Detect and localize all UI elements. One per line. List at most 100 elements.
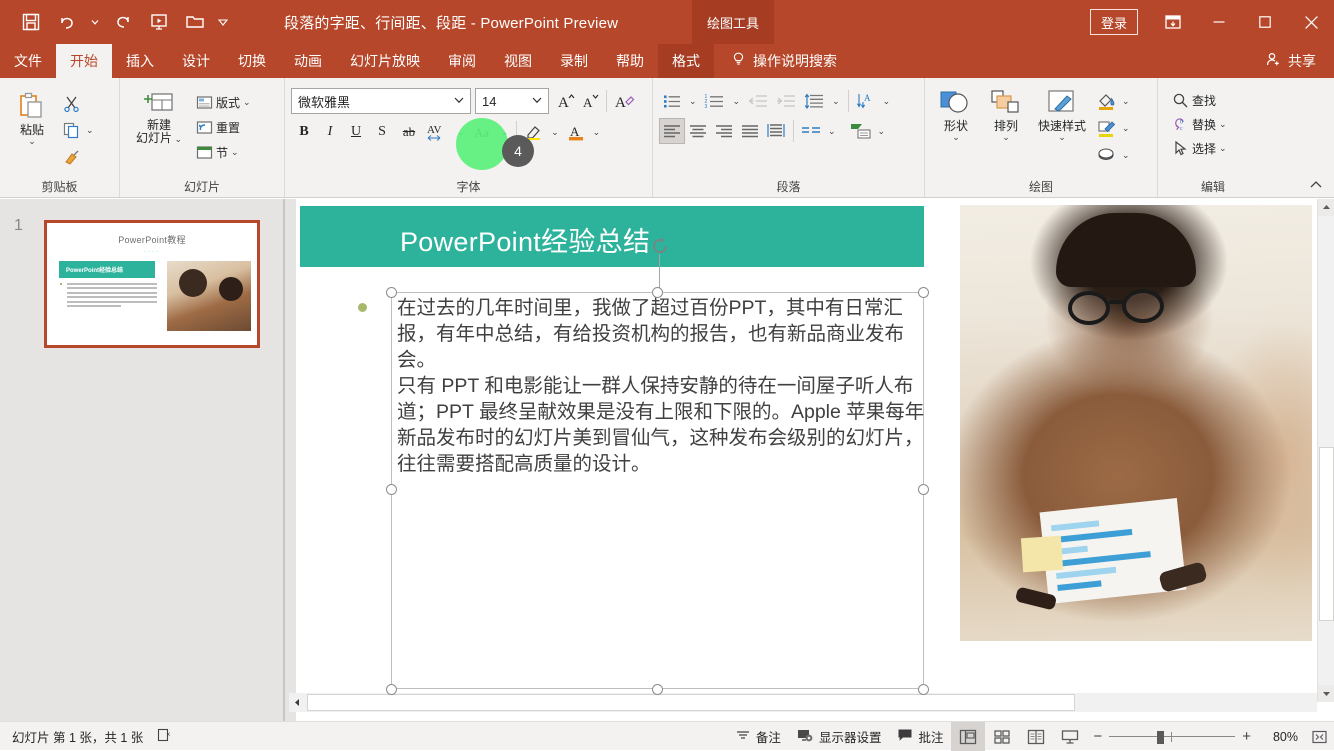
shape-outline-button[interactable] <box>1093 115 1119 141</box>
increase-indent-button[interactable] <box>772 88 800 114</box>
tab-format[interactable]: 格式 <box>658 44 714 78</box>
chevron-down-icon[interactable]: ⌄ <box>1219 143 1227 153</box>
chevron-down-icon[interactable]: ⌄ <box>28 137 36 146</box>
tab-review[interactable]: 审阅 <box>434 44 490 78</box>
shape-fill-button[interactable] <box>1093 88 1119 114</box>
chevron-down-icon[interactable]: ⌄ <box>828 96 844 106</box>
zoom-control[interactable]: − + 80% <box>1087 728 1304 745</box>
shrink-font-button[interactable]: A <box>578 88 602 114</box>
chevron-down-icon[interactable]: ⌄ <box>84 125 94 135</box>
tab-design[interactable]: 设计 <box>168 44 224 78</box>
align-left-button[interactable] <box>659 118 685 144</box>
vertical-scrollbar-thumb[interactable] <box>1319 447 1334 621</box>
resize-handle-top-center[interactable] <box>652 287 663 298</box>
share-button[interactable]: 共享 <box>1257 44 1324 78</box>
zoom-in-button[interactable]: + <box>1242 728 1251 745</box>
strikethrough-button[interactable]: ab <box>395 119 423 145</box>
find-button[interactable]: 查找 <box>1168 88 1220 112</box>
character-spacing-button[interactable]: AV <box>423 119 453 145</box>
chevron-down-icon[interactable]: ⌄ <box>547 127 563 137</box>
chevron-down-icon[interactable]: ⌄ <box>453 127 469 137</box>
distribute-button[interactable] <box>763 118 789 144</box>
copy-button[interactable] <box>58 117 84 143</box>
maximize-icon[interactable] <box>1242 0 1288 44</box>
fit-slide-to-window-button[interactable] <box>1304 722 1334 751</box>
font-color-button[interactable]: A <box>563 119 589 145</box>
chevron-down-icon[interactable] <box>530 93 544 110</box>
thumbnail-item-1[interactable]: 1 PowerPoint教程 ···· PowerPoint经验总结 <box>0 203 276 373</box>
quick-styles-button[interactable]: 快速样式 ⌄ <box>1031 86 1093 142</box>
text-shadow-button[interactable]: S <box>369 119 395 145</box>
view-slide-sorter-button[interactable] <box>985 722 1019 751</box>
chevron-down-icon[interactable]: ⌄ <box>497 127 513 137</box>
tab-animations[interactable]: 动画 <box>280 44 336 78</box>
justify-button[interactable] <box>737 118 763 144</box>
format-painter-button[interactable] <box>58 144 84 170</box>
view-reading-button[interactable] <box>1019 722 1053 751</box>
font-size-input[interactable]: 14 <box>475 88 549 114</box>
horizontal-scrollbar-thumb[interactable] <box>307 694 1075 711</box>
chevron-down-icon[interactable]: ⌄ <box>874 126 890 136</box>
spellcheck-icon[interactable]: x <box>157 727 173 746</box>
resize-handle-bottom-center[interactable] <box>652 684 663 695</box>
scroll-down-icon[interactable] <box>1318 685 1334 702</box>
chevron-down-icon[interactable]: ⌄ <box>824 126 840 136</box>
cut-button[interactable] <box>58 90 84 116</box>
slide-canvas[interactable]: PowerPoint经验总结 在过去的几年时间里，我做了超过百份PPT，其中有日… <box>296 199 1316 696</box>
tab-slideshow[interactable]: 幻灯片放映 <box>336 44 434 78</box>
numbering-button[interactable]: 123 <box>701 88 729 114</box>
shape-effects-button[interactable] <box>1093 142 1119 168</box>
slide-photo[interactable] <box>960 205 1312 641</box>
chevron-down-icon[interactable]: ⌄ <box>685 96 701 106</box>
tab-transitions[interactable]: 切换 <box>224 44 280 78</box>
chevron-down-icon[interactable]: ⌄ <box>729 96 745 106</box>
resize-handle-bottom-left[interactable] <box>386 684 397 695</box>
chevron-down-icon[interactable] <box>452 93 466 110</box>
chevron-down-icon[interactable]: ⌄ <box>1002 133 1010 142</box>
underline-button[interactable]: U <box>343 119 369 145</box>
columns-button[interactable] <box>798 118 824 144</box>
convert-to-smartart-button[interactable] <box>848 118 874 144</box>
tab-help[interactable]: 帮助 <box>602 44 658 78</box>
tab-view[interactable]: 视图 <box>490 44 546 78</box>
slide-body-text[interactable]: 在过去的几年时间里，我做了超过百份PPT，其中有日常汇报，有年中总结，有给投资机… <box>397 295 925 477</box>
chevron-down-icon[interactable]: ⌄ <box>589 127 605 137</box>
reset-button[interactable]: 重置 <box>192 115 255 139</box>
grow-font-button[interactable]: A <box>554 88 578 114</box>
paste-button[interactable]: 粘贴 ⌄ <box>6 88 58 146</box>
chevron-down-icon[interactable]: ⌄ <box>172 134 182 144</box>
zoom-percent-label[interactable]: 80% <box>1258 730 1298 744</box>
ribbon-display-options-icon[interactable] <box>1150 0 1196 44</box>
chevron-down-icon[interactable]: ⌄ <box>1219 119 1227 129</box>
chevron-down-icon[interactable]: ⌄ <box>1119 96 1133 106</box>
zoom-out-button[interactable]: − <box>1093 728 1102 745</box>
section-button[interactable]: 节 ⌄ <box>192 140 255 164</box>
thumbnail-preview[interactable]: PowerPoint教程 ···· PowerPoint经验总结 <box>44 220 260 348</box>
close-icon[interactable] <box>1288 0 1334 44</box>
pane-splitter[interactable] <box>276 199 296 721</box>
undo-icon[interactable] <box>50 6 84 38</box>
undo-dropdown-icon[interactable] <box>86 6 104 38</box>
scroll-left-icon[interactable] <box>289 693 306 712</box>
customize-qat-icon[interactable] <box>214 6 232 38</box>
tab-recording[interactable]: 录制 <box>546 44 602 78</box>
open-icon[interactable] <box>178 6 212 38</box>
layout-button[interactable]: 版式 ⌄ <box>192 90 255 114</box>
rotation-handle-icon[interactable] <box>649 235 671 257</box>
view-normal-button[interactable] <box>951 722 986 751</box>
resize-handle-bottom-right[interactable] <box>918 684 929 695</box>
change-case-button[interactable]: Aa <box>469 119 497 145</box>
replace-button[interactable]: bc 替换 ⌄ <box>1168 112 1231 136</box>
tab-insert[interactable]: 插入 <box>112 44 168 78</box>
tab-file[interactable]: 文件 <box>0 44 56 78</box>
bold-button[interactable]: B <box>291 119 317 145</box>
chevron-down-icon[interactable]: ⌄ <box>1058 133 1066 142</box>
text-direction-button[interactable]: A <box>853 90 879 112</box>
minimize-icon[interactable] <box>1196 0 1242 44</box>
chevron-down-icon[interactable]: ⌄ <box>879 96 895 106</box>
new-slide-button[interactable]: 新建 幻灯片 ⌄ <box>126 86 192 145</box>
bullets-button[interactable] <box>659 88 685 114</box>
line-spacing-button[interactable] <box>800 88 828 114</box>
resize-handle-middle-left[interactable] <box>386 484 397 495</box>
align-center-button[interactable] <box>685 118 711 144</box>
